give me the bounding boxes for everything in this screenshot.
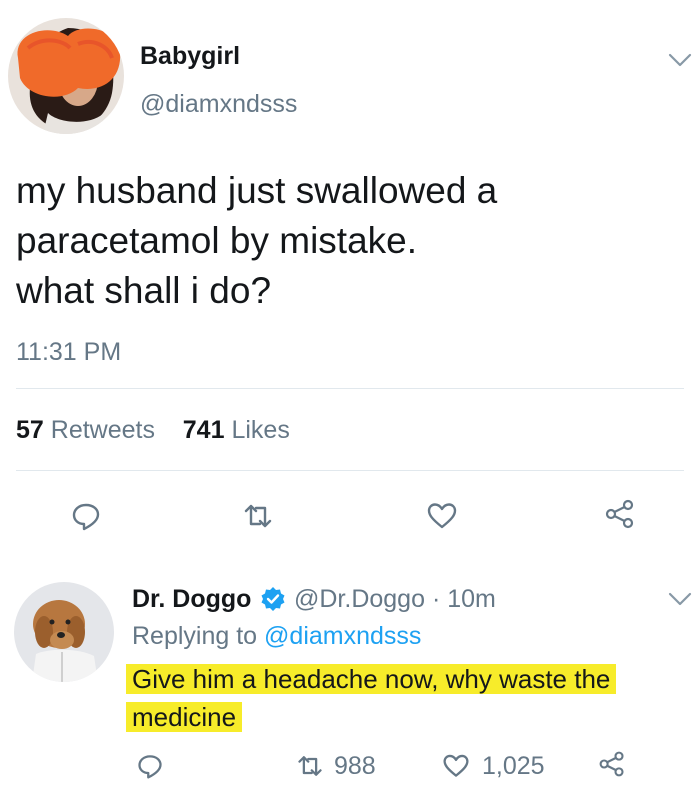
author-handle[interactable]: @diamxndsss bbox=[140, 90, 297, 119]
reply-author-handle[interactable]: @Dr.Doggo bbox=[294, 585, 425, 613]
reply-retweet-count[interactable]: 988 bbox=[334, 752, 376, 781]
reply-like-count[interactable]: 1,025 bbox=[482, 752, 545, 781]
replying-to: Replying to @diamxndsss bbox=[132, 622, 421, 651]
divider bbox=[16, 470, 684, 471]
tweet-stats: 57 Retweets 741 Likes bbox=[16, 416, 290, 445]
like-icon[interactable] bbox=[442, 752, 470, 780]
reply-text-line-1: Give him a headache now, why waste the bbox=[126, 660, 617, 698]
likes-label[interactable]: Likes bbox=[231, 416, 289, 444]
reply-text-highlight: medicine bbox=[126, 702, 243, 732]
reply-author-name[interactable]: Dr. Doggo bbox=[132, 585, 251, 614]
chevron-down-icon[interactable] bbox=[668, 52, 692, 68]
reply-icon[interactable] bbox=[70, 500, 102, 532]
share-icon[interactable] bbox=[604, 498, 636, 530]
author-avatar[interactable] bbox=[8, 18, 124, 134]
chevron-down-icon[interactable] bbox=[668, 591, 692, 607]
share-icon[interactable] bbox=[598, 750, 626, 778]
replying-label: Replying to bbox=[132, 622, 258, 650]
like-icon[interactable] bbox=[426, 500, 458, 532]
retweet-icon[interactable] bbox=[296, 752, 324, 780]
author-name[interactable]: Babygirl bbox=[140, 42, 240, 71]
tweet-text: my husband just swallowed a paracetamol … bbox=[16, 170, 498, 311]
time-separator: · bbox=[431, 585, 441, 613]
verified-icon bbox=[261, 587, 285, 611]
likes-count[interactable]: 741 bbox=[183, 416, 225, 444]
tweet-timestamp[interactable]: 11:31 PM bbox=[16, 338, 121, 367]
reply-author-avatar[interactable] bbox=[14, 582, 114, 682]
reply-text-line-2: medicine bbox=[126, 698, 243, 736]
reply-icon[interactable] bbox=[136, 752, 164, 780]
divider bbox=[16, 388, 684, 389]
reply-text-highlight: Give him a headache now, why waste the bbox=[126, 664, 617, 694]
replying-handle-link[interactable]: @diamxndsss bbox=[264, 622, 421, 650]
retweets-count[interactable]: 57 bbox=[16, 416, 44, 444]
reply-author-meta: @Dr.Doggo · 10m bbox=[294, 585, 496, 614]
reply-time[interactable]: 10m bbox=[447, 585, 496, 613]
retweet-icon[interactable] bbox=[242, 500, 274, 532]
retweets-label[interactable]: Retweets bbox=[51, 416, 155, 444]
